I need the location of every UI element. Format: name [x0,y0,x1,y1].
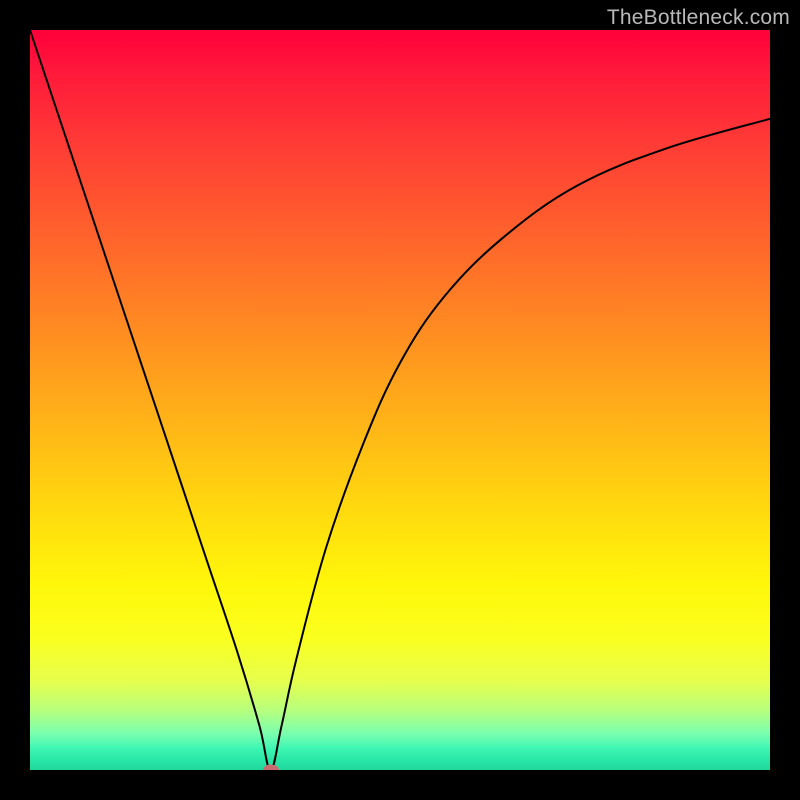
watermark-label: TheBottleneck.com [607,6,790,30]
min-point-marker [263,765,279,771]
plot-area [30,30,770,770]
curve-canvas [30,30,770,770]
chart-frame: TheBottleneck.com [0,0,800,800]
bottleneck-curve [30,30,770,770]
